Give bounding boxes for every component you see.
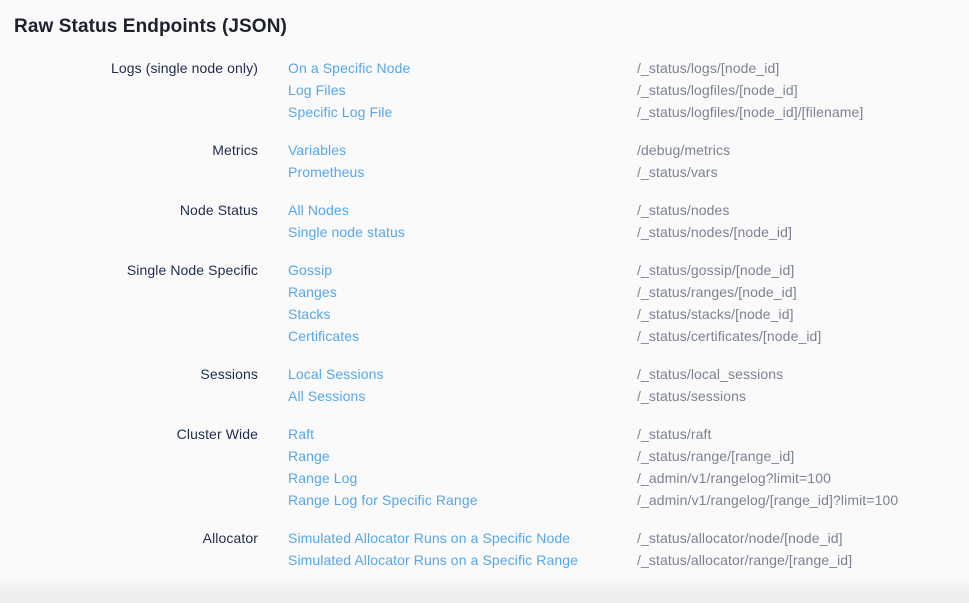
endpoint-row: Range Log for Specific Range /_admin/v1/… [288, 489, 969, 511]
endpoint-row: Certificates /_status/certificates/[node… [288, 325, 969, 347]
endpoint-path: /_admin/v1/rangelog?limit=100 [637, 467, 969, 489]
endpoint-group-sessions: Sessions Local Sessions /_status/local_s… [0, 363, 969, 407]
endpoint-link[interactable]: Range Log for Specific Range [288, 489, 637, 511]
endpoint-row: On a Specific Node /_status/logs/[node_i… [288, 57, 969, 79]
endpoint-path: /_status/local_sessions [637, 363, 969, 385]
endpoint-row: Local Sessions /_status/local_sessions [288, 363, 969, 385]
endpoint-row: Single node status /_status/nodes/[node_… [288, 221, 969, 243]
group-rows: All Nodes /_status/nodes Single node sta… [288, 199, 969, 243]
endpoint-link[interactable]: On a Specific Node [288, 57, 637, 79]
endpoint-link[interactable]: Variables [288, 139, 637, 161]
endpoint-path: /_status/range/[range_id] [637, 445, 969, 467]
group-rows: Local Sessions /_status/local_sessions A… [288, 363, 969, 407]
endpoint-path: /_status/logfiles/[node_id]/[filename] [637, 101, 969, 123]
group-rows: Simulated Allocator Runs on a Specific N… [288, 527, 969, 571]
group-label: Node Status [0, 199, 258, 243]
group-label: Single Node Specific [0, 259, 258, 347]
endpoint-row: Range Log /_admin/v1/rangelog?limit=100 [288, 467, 969, 489]
endpoint-row: Simulated Allocator Runs on a Specific R… [288, 549, 969, 571]
endpoint-path: /_status/ranges/[node_id] [637, 281, 969, 303]
endpoint-path: /debug/metrics [637, 139, 969, 161]
endpoint-link[interactable]: Range [288, 445, 637, 467]
endpoint-link[interactable]: All Nodes [288, 199, 637, 221]
debug-endpoints-page: Raw Status Endpoints (JSON) Logs (single… [0, 0, 969, 584]
group-rows: Raft /_status/raft Range /_status/range/… [288, 423, 969, 511]
endpoint-link[interactable]: All Sessions [288, 385, 637, 407]
endpoint-group-single-node: Single Node Specific Gossip /_status/gos… [0, 259, 969, 347]
endpoint-path: /_status/allocator/range/[range_id] [637, 549, 969, 571]
endpoint-path: /_status/certificates/[node_id] [637, 325, 969, 347]
group-label: Logs (single node only) [0, 57, 258, 123]
endpoint-path: /_status/allocator/node/[node_id] [637, 527, 969, 549]
endpoint-row: All Sessions /_status/sessions [288, 385, 969, 407]
group-label: Sessions [0, 363, 258, 407]
endpoint-group-allocator: Allocator Simulated Allocator Runs on a … [0, 527, 969, 571]
page-title: Raw Status Endpoints (JSON) [14, 13, 969, 40]
endpoint-link[interactable]: Single node status [288, 221, 637, 243]
endpoint-row: All Nodes /_status/nodes [288, 199, 969, 221]
endpoint-link[interactable]: Log Files [288, 79, 637, 101]
group-rows: On a Specific Node /_status/logs/[node_i… [288, 57, 969, 123]
endpoint-path: /_admin/v1/rangelog/[range_id]?limit=100 [637, 489, 969, 511]
endpoint-group-node-status: Node Status All Nodes /_status/nodes Sin… [0, 199, 969, 243]
endpoint-row: Prometheus /_status/vars [288, 161, 969, 183]
endpoint-link[interactable]: Simulated Allocator Runs on a Specific N… [288, 527, 637, 549]
endpoint-path: /_status/nodes [637, 199, 969, 221]
endpoint-row: Raft /_status/raft [288, 423, 969, 445]
group-label: Metrics [0, 139, 258, 183]
endpoint-groups: Logs (single node only) On a Specific No… [0, 57, 969, 571]
endpoint-link[interactable]: Range Log [288, 467, 637, 489]
endpoint-link[interactable]: Gossip [288, 259, 637, 281]
endpoint-link[interactable]: Ranges [288, 281, 637, 303]
endpoint-path: /_status/gossip/[node_id] [637, 259, 969, 281]
group-rows: Variables /debug/metrics Prometheus /_st… [288, 139, 969, 183]
endpoint-link[interactable]: Stacks [288, 303, 637, 325]
endpoint-row: Variables /debug/metrics [288, 139, 969, 161]
endpoint-link[interactable]: Raft [288, 423, 637, 445]
endpoint-path: /_status/stacks/[node_id] [637, 303, 969, 325]
group-label: Cluster Wide [0, 423, 258, 511]
endpoint-path: /_status/logfiles/[node_id] [637, 79, 969, 101]
endpoint-row: Gossip /_status/gossip/[node_id] [288, 259, 969, 281]
endpoint-link[interactable]: Specific Log File [288, 101, 637, 123]
endpoint-row: Specific Log File /_status/logfiles/[nod… [288, 101, 969, 123]
endpoint-path: /_status/logs/[node_id] [637, 57, 969, 79]
endpoint-row: Range /_status/range/[range_id] [288, 445, 969, 467]
endpoint-row: Simulated Allocator Runs on a Specific N… [288, 527, 969, 549]
endpoint-group-logs: Logs (single node only) On a Specific No… [0, 57, 969, 123]
group-label: Allocator [0, 527, 258, 571]
endpoint-path: /_status/raft [637, 423, 969, 445]
endpoint-row: Log Files /_status/logfiles/[node_id] [288, 79, 969, 101]
endpoint-path: /_status/nodes/[node_id] [637, 221, 969, 243]
endpoint-row: Stacks /_status/stacks/[node_id] [288, 303, 969, 325]
endpoint-link[interactable]: Certificates [288, 325, 637, 347]
endpoint-link[interactable]: Prometheus [288, 161, 637, 183]
endpoint-link[interactable]: Local Sessions [288, 363, 637, 385]
endpoint-group-metrics: Metrics Variables /debug/metrics Prometh… [0, 139, 969, 183]
endpoint-group-cluster-wide: Cluster Wide Raft /_status/raft Range /_… [0, 423, 969, 511]
endpoint-row: Ranges /_status/ranges/[node_id] [288, 281, 969, 303]
group-rows: Gossip /_status/gossip/[node_id] Ranges … [288, 259, 969, 347]
page-bottom-strip [0, 579, 969, 603]
endpoint-path: /_status/sessions [637, 385, 969, 407]
endpoint-link[interactable]: Simulated Allocator Runs on a Specific R… [288, 549, 637, 571]
endpoint-path: /_status/vars [637, 161, 969, 183]
